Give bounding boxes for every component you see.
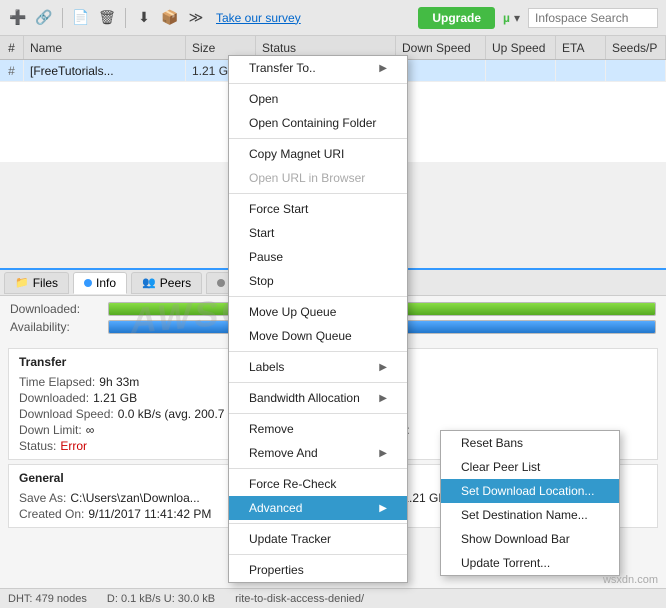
menu-sep-3 <box>229 193 407 194</box>
dl-speed-label: Download Speed: <box>19 407 114 421</box>
save-as-label: Save As: <box>19 491 66 505</box>
menu-start[interactable]: Start <box>229 221 407 245</box>
row-hash: # <box>0 60 24 81</box>
menu-set-download-location[interactable]: Set Download Location... <box>441 479 619 503</box>
toolbar-separator-1 <box>62 8 63 28</box>
dl-label: Downloaded: <box>19 391 89 405</box>
toolbar-separator-2 <box>125 8 126 28</box>
advanced-arrow: ▶ <box>379 503 387 514</box>
menu-open-folder[interactable]: Open Containing Folder <box>229 111 407 135</box>
more-icon[interactable]: ≫ <box>186 8 206 28</box>
menu-reset-bans[interactable]: Reset Bans <box>441 431 619 455</box>
menu-sep-7 <box>229 413 407 414</box>
trash-icon[interactable]: 🗑 <box>97 8 117 28</box>
menu-advanced[interactable]: Advanced ▶ <box>229 496 407 520</box>
upgrade-button[interactable]: Upgrade <box>418 7 495 29</box>
col-seeds: Seeds/P <box>606 36 666 59</box>
row-eta <box>556 60 606 81</box>
menu-labels[interactable]: Labels ▶ <box>229 355 407 379</box>
menu-show-download-bar[interactable]: Show Download Bar <box>441 527 619 551</box>
context-menu: Transfer To.. ▶ Open Open Containing Fol… <box>228 55 408 583</box>
menu-update-tracker[interactable]: Update Tracker <box>229 527 407 551</box>
menu-sep-6 <box>229 382 407 383</box>
remove-and-arrow: ▶ <box>379 448 387 459</box>
dl-status: D: 0.1 kB/s U: 30.0 kB <box>107 593 215 605</box>
menu-force-recheck[interactable]: Force Re-Check <box>229 472 407 496</box>
wsxdn-watermark: wsxdn.com <box>603 574 658 586</box>
menu-copy-magnet[interactable]: Copy Magnet URI <box>229 142 407 166</box>
save-as-val: C:\Users\zan\Downloa... <box>70 491 199 505</box>
add-icon[interactable]: ➕ <box>8 8 28 28</box>
peers-icon: 👥 <box>142 276 156 289</box>
bandwidth-arrow: ▶ <box>379 393 387 404</box>
menu-set-destination[interactable]: Set Destination Name... <box>441 503 619 527</box>
toolbar: ➕ 🔗 📄 🗑 ⬇ 📦 ≫ Take our survey Upgrade µ … <box>0 0 666 36</box>
menu-open-url[interactable]: Open URL in Browser <box>229 166 407 190</box>
menu-sep-9 <box>229 523 407 524</box>
row-seeds <box>606 60 666 81</box>
survey-link[interactable]: Take our survey <box>216 11 301 25</box>
menu-move-down[interactable]: Move Down Queue <box>229 324 407 348</box>
menu-sep-5 <box>229 351 407 352</box>
col-hash: # <box>0 36 24 59</box>
menu-transfer-to[interactable]: Transfer To.. ▶ <box>229 56 407 80</box>
status-bar: DHT: 479 nodes D: 0.1 kB/s U: 30.0 kB ri… <box>0 588 666 608</box>
utorrent-brand: µ ▾ <box>503 11 520 25</box>
menu-remove-and[interactable]: Remove And ▶ <box>229 441 407 465</box>
trackers-dot <box>217 279 225 287</box>
col-up-speed: Up Speed <box>486 36 556 59</box>
row-down-speed <box>396 60 486 81</box>
tab-info[interactable]: Info <box>73 272 127 294</box>
info-dot <box>84 279 92 287</box>
file-icon[interactable]: 📄 <box>71 8 91 28</box>
col-down-speed: Down Speed <box>396 36 486 59</box>
search-input[interactable] <box>528 8 658 28</box>
submenu-arrow: ▶ <box>379 63 387 74</box>
menu-sep-4 <box>229 296 407 297</box>
url-status: rite-to-disk-access-denied/ <box>235 593 364 605</box>
menu-sep-8 <box>229 468 407 469</box>
row-up-speed <box>486 60 556 81</box>
menu-force-start[interactable]: Force Start <box>229 197 407 221</box>
advanced-submenu: Reset Bans Clear Peer List Set Download … <box>440 430 620 576</box>
menu-remove[interactable]: Remove <box>229 417 407 441</box>
down-limit-val: ∞ <box>86 423 95 437</box>
tab-files[interactable]: 📁 Files <box>4 272 69 294</box>
menu-pause[interactable]: Pause <box>229 245 407 269</box>
labels-arrow: ▶ <box>379 362 387 373</box>
col-eta: ETA <box>556 36 606 59</box>
box-icon[interactable]: 📦 <box>160 8 180 28</box>
status-label: Status: <box>19 439 56 453</box>
files-icon: 📁 <box>15 276 29 289</box>
menu-move-up[interactable]: Move Up Queue <box>229 300 407 324</box>
menu-open[interactable]: Open <box>229 87 407 111</box>
dl-val: 1.21 GB <box>93 391 137 405</box>
menu-bandwidth[interactable]: Bandwidth Allocation ▶ <box>229 386 407 410</box>
menu-clear-peer-list[interactable]: Clear Peer List <box>441 455 619 479</box>
col-name: Name <box>24 36 186 59</box>
menu-properties[interactable]: Properties <box>229 558 407 582</box>
utorrent-dropdown[interactable]: ▾ <box>514 11 520 25</box>
tab-peers[interactable]: 👥 Peers <box>131 272 202 294</box>
status-val: Error <box>60 439 87 453</box>
dht-status: DHT: 479 nodes <box>8 593 87 605</box>
menu-stop[interactable]: Stop <box>229 269 407 293</box>
menu-update-torrent[interactable]: Update Torrent... <box>441 551 619 575</box>
down-limit-label: Down Limit: <box>19 423 82 437</box>
time-elapsed-val: 9h 33m <box>99 375 139 389</box>
menu-sep-2 <box>229 138 407 139</box>
dl-speed-val: 0.0 kB/s (avg. 200.7 k <box>118 407 234 421</box>
toolbar-right: Upgrade µ ▾ <box>418 7 658 29</box>
menu-sep-1 <box>229 83 407 84</box>
availability-label: Availability: <box>10 320 100 334</box>
download-icon[interactable]: ⬇ <box>134 8 154 28</box>
time-elapsed-label: Time Elapsed: <box>19 375 95 389</box>
menu-sep-10 <box>229 554 407 555</box>
created-on-label: Created On: <box>19 507 84 521</box>
created-on-val: 9/11/2017 11:41:42 PM <box>88 507 211 521</box>
utorrent-logo: µ <box>503 11 510 25</box>
downloaded-label: Downloaded: <box>10 302 100 316</box>
link-icon[interactable]: 🔗 <box>34 8 54 28</box>
row-name: [FreeTutorials... <box>24 60 186 81</box>
